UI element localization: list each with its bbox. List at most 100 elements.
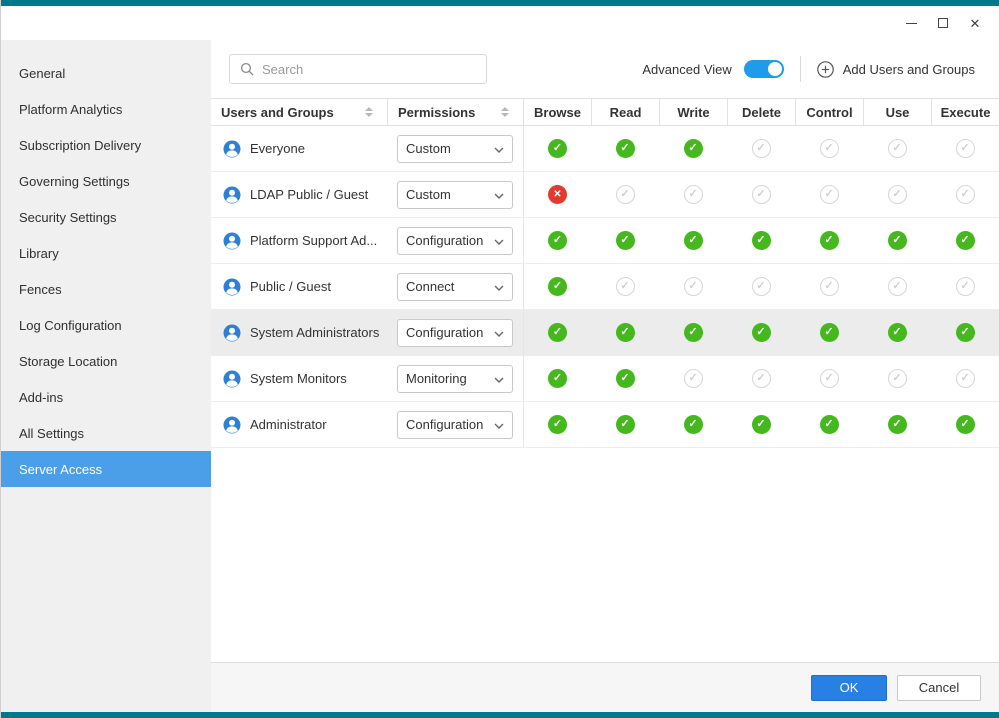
sidebar-item-governing-settings[interactable]: Governing Settings <box>1 163 211 199</box>
access-cell-use[interactable]: ✓ <box>863 402 931 447</box>
table-row[interactable]: System AdministratorsConfiguration✓✓✓✓✓✓… <box>211 310 999 356</box>
sidebar-item-library[interactable]: Library <box>1 235 211 271</box>
sidebar-item-storage-location[interactable]: Storage Location <box>1 343 211 379</box>
user-group-name: LDAP Public / Guest <box>250 187 368 202</box>
permission-dropdown[interactable]: Custom <box>397 181 513 209</box>
table-row[interactable]: Platform Support Ad...Configuration✓✓✓✓✓… <box>211 218 999 264</box>
permission-value: Configuration <box>406 233 483 248</box>
permission-dropdown[interactable]: Configuration <box>397 411 513 439</box>
access-cell-write[interactable]: ✓ <box>659 126 727 171</box>
access-cell-delete[interactable]: ✓ <box>727 402 795 447</box>
search-icon <box>240 62 254 76</box>
sidebar-item-all-settings[interactable]: All Settings <box>1 415 211 451</box>
table-row[interactable]: Public / GuestConnect✓✓✓✓✓✓✓ <box>211 264 999 310</box>
access-cell-read[interactable]: ✓ <box>591 356 659 401</box>
access-cell-write[interactable]: ✓ <box>659 218 727 263</box>
access-cell-read[interactable]: ✓ <box>591 310 659 355</box>
permission-cell: Configuration <box>387 402 523 447</box>
access-cell-control[interactable]: ✓ <box>795 264 863 309</box>
access-cell-write[interactable]: ✓ <box>659 402 727 447</box>
unset-check-icon: ✓ <box>888 369 907 388</box>
access-cell-control[interactable]: ✓ <box>795 356 863 401</box>
access-cell-execute[interactable]: ✓ <box>931 172 999 217</box>
sidebar-item-general[interactable]: General <box>1 55 211 91</box>
advanced-view-toggle[interactable] <box>744 60 784 78</box>
access-cell-delete[interactable]: ✓ <box>727 264 795 309</box>
ok-button[interactable]: OK <box>811 675 887 701</box>
access-cell-write[interactable]: ✓ <box>659 264 727 309</box>
access-cell-delete[interactable]: ✓ <box>727 356 795 401</box>
access-cell-control[interactable]: ✓ <box>795 218 863 263</box>
access-cell-read[interactable]: ✓ <box>591 402 659 447</box>
permission-dropdown[interactable]: Configuration <box>397 319 513 347</box>
access-cell-control[interactable]: ✓ <box>795 172 863 217</box>
toolbar: Advanced View Add Users and Groups <box>211 40 999 98</box>
access-cell-control[interactable]: ✓ <box>795 126 863 171</box>
sidebar-item-platform-analytics[interactable]: Platform Analytics <box>1 91 211 127</box>
sort-icon[interactable] <box>501 107 513 117</box>
table-row[interactable]: System MonitorsMonitoring✓✓✓✓✓✓✓ <box>211 356 999 402</box>
access-cell-read[interactable]: ✓ <box>591 172 659 217</box>
permission-dropdown[interactable]: Connect <box>397 273 513 301</box>
access-cell-use[interactable]: ✓ <box>863 172 931 217</box>
access-cell-execute[interactable]: ✓ <box>931 402 999 447</box>
access-cell-write[interactable]: ✓ <box>659 356 727 401</box>
sidebar-item-fences[interactable]: Fences <box>1 271 211 307</box>
add-users-label: Add Users and Groups <box>843 62 975 77</box>
table-row[interactable]: LDAP Public / GuestCustom✕✓✓✓✓✓✓ <box>211 172 999 218</box>
access-cell-read[interactable]: ✓ <box>591 218 659 263</box>
sidebar-item-log-configuration[interactable]: Log Configuration <box>1 307 211 343</box>
table-header: Users and GroupsPermissionsBrowseReadWri… <box>211 98 999 126</box>
unset-check-icon: ✓ <box>684 277 703 296</box>
sidebar-item-add-ins[interactable]: Add-ins <box>1 379 211 415</box>
sidebar-item-subscription-delivery[interactable]: Subscription Delivery <box>1 127 211 163</box>
access-cell-delete[interactable]: ✓ <box>727 218 795 263</box>
access-cell-use[interactable]: ✓ <box>863 126 931 171</box>
minimize-button[interactable] <box>895 6 927 40</box>
search-input[interactable] <box>262 62 476 77</box>
access-cell-write[interactable]: ✓ <box>659 310 727 355</box>
access-cell-use[interactable]: ✓ <box>863 356 931 401</box>
sidebar-item-security-settings[interactable]: Security Settings <box>1 199 211 235</box>
permission-dropdown[interactable]: Monitoring <box>397 365 513 393</box>
maximize-button[interactable] <box>927 6 959 40</box>
access-cell-execute[interactable]: ✓ <box>931 218 999 263</box>
access-cell-execute[interactable]: ✓ <box>931 126 999 171</box>
toggle-knob <box>768 62 782 76</box>
access-cell-use[interactable]: ✓ <box>863 218 931 263</box>
access-cell-browse[interactable]: ✓ <box>523 356 591 401</box>
close-button[interactable]: ✕ <box>959 6 991 40</box>
access-cell-execute[interactable]: ✓ <box>931 356 999 401</box>
access-cell-delete[interactable]: ✓ <box>727 126 795 171</box>
permission-dropdown[interactable]: Custom <box>397 135 513 163</box>
cancel-button[interactable]: Cancel <box>897 675 981 701</box>
access-cell-read[interactable]: ✓ <box>591 264 659 309</box>
column-header-users-and-groups[interactable]: Users and Groups <box>211 99 387 125</box>
access-cell-browse[interactable]: ✓ <box>523 264 591 309</box>
access-cell-delete[interactable]: ✓ <box>727 172 795 217</box>
access-cell-read[interactable]: ✓ <box>591 126 659 171</box>
access-cell-browse[interactable]: ✓ <box>523 310 591 355</box>
permission-dropdown[interactable]: Configuration <box>397 227 513 255</box>
access-cell-write[interactable]: ✓ <box>659 172 727 217</box>
table-row[interactable]: EveryoneCustom✓✓✓✓✓✓✓ <box>211 126 999 172</box>
column-header-permissions[interactable]: Permissions <box>387 99 523 125</box>
access-cell-use[interactable]: ✓ <box>863 310 931 355</box>
table-row[interactable]: AdministratorConfiguration✓✓✓✓✓✓✓ <box>211 402 999 448</box>
granted-check-icon: ✓ <box>888 415 907 434</box>
sort-icon[interactable] <box>365 107 377 117</box>
access-cell-execute[interactable]: ✓ <box>931 264 999 309</box>
access-cell-execute[interactable]: ✓ <box>931 310 999 355</box>
access-cell-browse[interactable]: ✓ <box>523 402 591 447</box>
access-cell-control[interactable]: ✓ <box>795 402 863 447</box>
permission-value: Custom <box>406 141 451 156</box>
add-users-button[interactable]: Add Users and Groups <box>817 61 975 78</box>
sidebar-item-server-access[interactable]: Server Access <box>1 451 211 487</box>
access-cell-browse[interactable]: ✓ <box>523 126 591 171</box>
access-cell-control[interactable]: ✓ <box>795 310 863 355</box>
user-group-cell: System Monitors <box>211 356 387 401</box>
access-cell-browse[interactable]: ✓ <box>523 218 591 263</box>
access-cell-browse[interactable]: ✕ <box>523 172 591 217</box>
access-cell-use[interactable]: ✓ <box>863 264 931 309</box>
access-cell-delete[interactable]: ✓ <box>727 310 795 355</box>
